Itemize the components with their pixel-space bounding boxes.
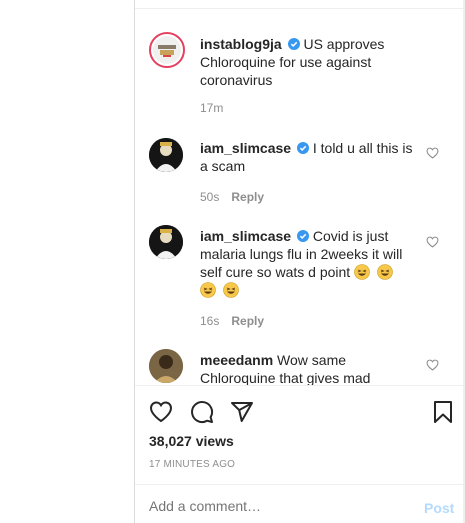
avatar[interactable] (149, 138, 183, 172)
comment-username[interactable]: meeedanm (200, 352, 273, 368)
heart-small-icon[interactable] (426, 147, 439, 159)
comment-text-block: iam_slimcase I told u all this is a scam (200, 139, 415, 175)
laughing-emoji-icon (223, 282, 239, 298)
verified-badge-icon (287, 38, 300, 50)
instagram-post-view: instablog9ja US approves Chloroquine for… (0, 0, 465, 523)
comment-username[interactable]: instablog9ja (200, 36, 282, 52)
bookmark-icon[interactable] (431, 400, 455, 424)
share-icon[interactable] (230, 400, 254, 424)
add-comment-input[interactable] (149, 498, 399, 514)
laughing-emoji-icon (377, 264, 393, 280)
avatar[interactable] (149, 32, 185, 68)
reply-button[interactable]: Reply (231, 190, 264, 204)
verified-badge-icon (296, 230, 309, 242)
verified-badge-icon (296, 142, 309, 154)
post-button[interactable]: Post (424, 500, 454, 516)
comment-text-block: meeedanm Wow same Chloroquine that gives… (200, 351, 415, 385)
comment-text-block: instablog9ja US approves Chloroquine for… (200, 35, 415, 89)
comment-time[interactable]: 17m (200, 101, 223, 115)
laughing-emoji-icon (354, 264, 370, 280)
reply-button[interactable]: Reply (231, 314, 264, 328)
avatar[interactable] (149, 225, 183, 259)
comments-panel: instablog9ja US approves Chloroquine for… (135, 0, 463, 523)
post-timestamp[interactable]: 17 MINUTES AGO (149, 459, 235, 470)
laughing-emoji-icon (200, 282, 216, 298)
comment-meta: 17m (200, 101, 223, 115)
user-photo-icon (149, 225, 183, 259)
comment-time[interactable]: 50s (200, 190, 219, 204)
comment-meta: 50s Reply (200, 190, 264, 204)
comment-username[interactable]: iam_slimcase (200, 140, 291, 156)
comment-time[interactable]: 16s (200, 314, 219, 328)
comment-username[interactable]: iam_slimcase (200, 228, 291, 244)
view-count[interactable]: 38,027 views (149, 433, 234, 449)
avatar[interactable] (149, 349, 183, 383)
add-comment-divider (135, 484, 463, 485)
actions-divider (135, 385, 463, 386)
comment-meta: 16s Reply (200, 314, 264, 328)
heart-small-icon[interactable] (426, 236, 439, 248)
user-photo-icon (149, 349, 183, 383)
comment-icon[interactable] (190, 400, 214, 424)
comment-list[interactable]: instablog9ja US approves Chloroquine for… (135, 0, 463, 385)
heart-small-icon[interactable] (426, 359, 439, 371)
user-photo-icon (149, 138, 183, 172)
heart-icon[interactable] (149, 400, 173, 424)
instablog-logo-icon (153, 36, 181, 64)
post-media-area (0, 0, 135, 523)
comment-text-block: iam_slimcase Covid is just malaria lungs… (200, 227, 415, 299)
